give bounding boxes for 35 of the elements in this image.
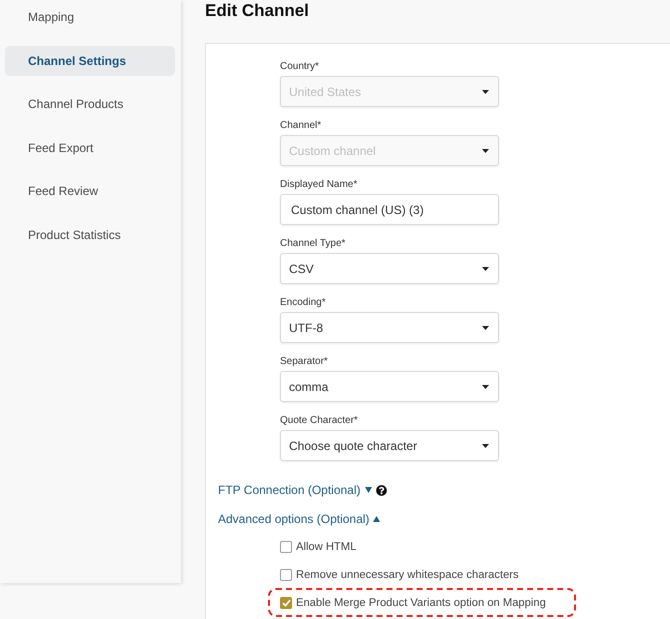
select-field[interactable]: comma xyxy=(280,371,499,402)
caret-icon xyxy=(482,148,489,152)
sidebar-item[interactable]: Feed Export xyxy=(5,132,175,163)
caret-icon xyxy=(482,444,489,448)
caret-icon xyxy=(482,384,489,388)
field-label: Displayed Name* xyxy=(280,178,358,192)
caret-icon xyxy=(482,326,489,330)
field-label: Encoding* xyxy=(280,296,327,310)
checkbox[interactable] xyxy=(280,569,292,581)
caret-icon xyxy=(482,266,489,270)
field-label: Separator* xyxy=(280,355,329,369)
field-label: Country* xyxy=(280,60,320,74)
checkbox-label: Allow HTML xyxy=(296,540,356,554)
caret-icon xyxy=(482,90,489,94)
checkbox-label: Enable Merge Product Variants option on Mapping xyxy=(296,596,546,610)
checkbox[interactable] xyxy=(280,597,292,609)
sidebar-item[interactable]: Channel Settings xyxy=(5,46,175,76)
sidebar-item[interactable]: Feed Review xyxy=(5,176,175,206)
sidebar-item[interactable]: Product Statistics xyxy=(5,220,175,250)
select-field[interactable]: UTF-8 xyxy=(280,312,499,343)
field-label: Channel* xyxy=(280,119,322,133)
section-toggle[interactable]: FTP Connection (Optional) xyxy=(218,482,372,498)
sidebar-item[interactable]: Channel Products xyxy=(5,89,175,120)
text-field[interactable]: Custom channel (US) (3) xyxy=(280,194,499,225)
sidebar-item[interactable]: Mapping xyxy=(5,2,175,32)
select-field[interactable]: Choose quote character xyxy=(280,430,499,461)
select-field[interactable]: CSV xyxy=(280,253,499,284)
section-toggle[interactable]: Advanced options (Optional) xyxy=(218,511,380,527)
field-label: Quote Character* xyxy=(280,414,359,428)
checkbox[interactable] xyxy=(280,541,292,553)
checkmark-icon xyxy=(282,599,290,607)
help-icon[interactable] xyxy=(376,484,387,496)
checkbox-label: Remove unnecessary whitespace characters xyxy=(296,568,519,582)
field-label: Channel Type* xyxy=(280,237,346,251)
page-title: Edit Channel xyxy=(205,0,309,21)
